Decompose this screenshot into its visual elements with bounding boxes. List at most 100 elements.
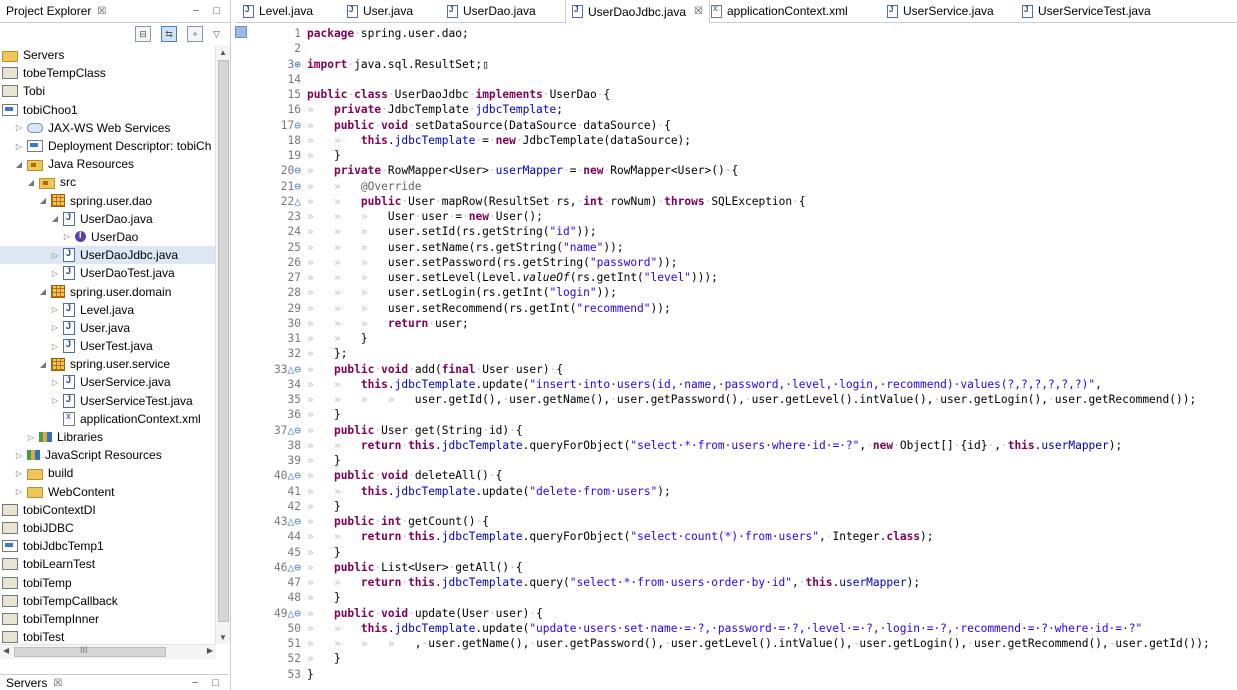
collapse-all-icon[interactable]: ⊟	[135, 26, 152, 42]
tree-item[interactable]: Tobi	[0, 82, 216, 100]
tree-item[interactable]: ▷ UserTest.java	[0, 337, 216, 355]
tree-item[interactable]: ▷ UserDaoTest.java	[0, 264, 216, 282]
servers-tab[interactable]: Servers ☒	[0, 672, 68, 690]
tree-item[interactable]: ▷ WebContent	[0, 483, 216, 501]
code-line[interactable]: 1 package·spring.user.dao;	[235, 26, 1237, 41]
fold-marker-icon[interactable]: △⊖	[288, 424, 301, 437]
code-line[interactable]: 33△⊖ » public·void·add(final·User·user)·{	[235, 362, 1237, 377]
scroll-left-icon[interactable]: ◀	[3, 646, 9, 655]
expand-toggle-icon[interactable]: ▷	[26, 433, 36, 442]
tree-item[interactable]: tobiChoo1	[0, 101, 216, 119]
code-line[interactable]: 14	[235, 72, 1237, 87]
tree-item[interactable]: tobeTempClass	[0, 64, 216, 82]
code-line[interactable]: 41 » » this.jdbcTemplate.update("delete·f…	[235, 484, 1237, 499]
code-line[interactable]: 45 » }	[235, 545, 1237, 560]
expand-toggle-icon[interactable]: ◢	[38, 196, 48, 205]
fold-marker-icon[interactable]: △⊖	[288, 363, 301, 376]
code-line[interactable]: 20⊖ » private·RowMapper<User>·userMapper·…	[235, 163, 1237, 178]
expand-toggle-icon[interactable]: ◢	[14, 160, 24, 169]
expand-toggle-icon[interactable]: ▷	[14, 451, 24, 460]
code-line[interactable]: 16 » private·JdbcTemplate·jdbcTemplate;	[235, 102, 1237, 117]
editor-tab[interactable]: UserServiceTest.java	[1022, 0, 1151, 22]
expand-toggle-icon[interactable]: ◢	[26, 178, 36, 187]
tree-item[interactable]: Servers	[0, 46, 216, 64]
code-area[interactable]: 1 package·spring.user.dao; 2 3⊕ import·java.…	[235, 26, 1237, 690]
tree-item[interactable]: ◢ spring.user.service	[0, 355, 216, 373]
scroll-down-icon[interactable]: ▼	[219, 633, 227, 642]
code-line[interactable]: 26 » » » user.setPassword(rs.getString("p…	[235, 255, 1237, 270]
code-line[interactable]: 50 » » this.jdbcTemplate.update("update·u…	[235, 621, 1237, 636]
minimize-icon[interactable]: −	[192, 677, 198, 689]
code-line[interactable]: 36 » }	[235, 407, 1237, 422]
tree-item[interactable]: tobiLearnTest	[0, 555, 216, 573]
code-line[interactable]: 39 » }	[235, 453, 1237, 468]
maximize-icon[interactable]: □	[213, 5, 220, 17]
expand-toggle-icon[interactable]: ▷	[14, 469, 24, 478]
fold-marker-icon[interactable]: △⊖	[288, 515, 301, 528]
expand-toggle-icon[interactable]: ▷	[50, 251, 60, 260]
code-line[interactable]: 44 » » return·this.jdbcTemplate.queryForO…	[235, 529, 1237, 544]
fold-marker-icon[interactable]: ⊖	[294, 119, 301, 132]
code-line[interactable]: 38 » » return·this.jdbcTemplate.queryForO…	[235, 438, 1237, 453]
code-line[interactable]: 21⊖ » » @Override	[235, 179, 1237, 194]
tree-item[interactable]: applicationContext.xml	[0, 410, 216, 428]
tree-item[interactable]: ▷ Deployment Descriptor: tobiCh	[0, 137, 216, 155]
code-line[interactable]: 31 » » }	[235, 331, 1237, 346]
code-line[interactable]: 43△⊖ » public·int·getCount()·{	[235, 514, 1237, 529]
minimize-icon[interactable]: −	[193, 5, 199, 17]
fold-marker-icon[interactable]: ⊖	[294, 180, 301, 193]
tree-item[interactable]: tobiJDBC	[0, 519, 216, 537]
code-line[interactable]: 37△⊖ » public·User·get(String·id)·{	[235, 423, 1237, 438]
code-line[interactable]: 53}	[235, 667, 1237, 682]
tree-item[interactable]: ◢ src	[0, 173, 216, 191]
expand-toggle-icon[interactable]: ▷	[50, 269, 60, 278]
code-line[interactable]: 40△⊖ » public·void·deleteAll()·{	[235, 468, 1237, 483]
code-line[interactable]: 18 » » this.jdbcTemplate·=·new·JdbcTempla…	[235, 133, 1237, 148]
code-line[interactable]: 30 » » » return·user;	[235, 316, 1237, 331]
expand-toggle-icon[interactable]: ▷	[50, 305, 60, 314]
maximize-icon[interactable]: □	[212, 677, 219, 689]
code-line[interactable]: 35 » » » » user.getId(),·user.getName(),·…	[235, 392, 1237, 407]
code-line[interactable]: 17⊖ » public·void·setDataSource(DataSourc…	[235, 118, 1237, 133]
code-line[interactable]: 48 » }	[235, 590, 1237, 605]
code-line[interactable]: 22△ » » public·User·mapRow(ResultSet·rs,·…	[235, 194, 1237, 209]
expand-toggle-icon[interactable]: ◢	[38, 287, 48, 296]
expand-toggle-icon[interactable]: ▷	[14, 487, 24, 496]
tree-item[interactable]: ▷ Level.java	[0, 301, 216, 319]
editor-tab[interactable]: UserDao.java	[447, 0, 536, 22]
editor-tab[interactable]: UserDaoJdbc.java ☒	[565, 0, 711, 24]
tree-item[interactable]: tobiJdbcTemp1	[0, 537, 216, 555]
tree-item[interactable]: ▷ JAX-WS Web Services	[0, 119, 216, 137]
expand-toggle-icon[interactable]: ▷	[14, 142, 24, 151]
link-with-editor-icon[interactable]: ⇆	[161, 26, 178, 42]
tree-horizontal-scrollbar[interactable]: ◀ III ▶	[0, 644, 216, 659]
editor-tab[interactable]: applicationContext.xml	[711, 0, 848, 22]
tree-item[interactable]: ▷ Libraries	[0, 428, 216, 446]
tree-item[interactable]: tobiTempInner	[0, 610, 216, 628]
code-line[interactable]: 29 » » » user.setRecommend(rs.getInt("rec…	[235, 301, 1237, 316]
code-line[interactable]: 34 » » this.jdbcTemplate.update("insert·i…	[235, 377, 1237, 392]
code-line[interactable]: 52 » }	[235, 651, 1237, 666]
editor-tab[interactable]: User.java	[347, 0, 413, 22]
expand-toggle-icon[interactable]: ▷	[14, 123, 24, 132]
tree-item[interactable]: ▷ JavaScript Resources	[0, 446, 216, 464]
tree-item[interactable]: ▷ UserDaoJdbc.java	[0, 246, 216, 265]
scroll-up-icon[interactable]: ▲	[219, 48, 227, 57]
fold-marker-icon[interactable]: ⊖	[294, 164, 301, 177]
view-menu-icon[interactable]: ▽	[213, 29, 220, 40]
expand-toggle-icon[interactable]: ▷	[50, 342, 60, 351]
tree-item[interactable]: ◢ Java Resources	[0, 155, 216, 173]
code-line[interactable]: 27 » » » user.setLevel(Level.valueOf(rs.g…	[235, 270, 1237, 285]
tree-item[interactable]: ▷ build	[0, 464, 216, 482]
code-line[interactable]: 32 » };	[235, 346, 1237, 361]
expand-toggle-icon[interactable]: ▷	[62, 232, 72, 241]
expand-toggle-icon[interactable]: ◢	[38, 360, 48, 369]
tree-item[interactable]: ◢ spring.user.dao	[0, 192, 216, 210]
tree-item[interactable]: ◢ spring.user.domain	[0, 282, 216, 300]
tree-item[interactable]: ▷ UserService.java	[0, 373, 216, 391]
filter-icon[interactable]: ⚬	[187, 26, 204, 42]
fold-marker-icon[interactable]: △⊖	[288, 607, 301, 620]
code-line[interactable]: 51 » » » » ,·user.getName(),·user.getPass…	[235, 636, 1237, 651]
close-icon[interactable]: ☒	[694, 6, 703, 17]
editor-tab[interactable]: Level.java	[243, 0, 313, 22]
